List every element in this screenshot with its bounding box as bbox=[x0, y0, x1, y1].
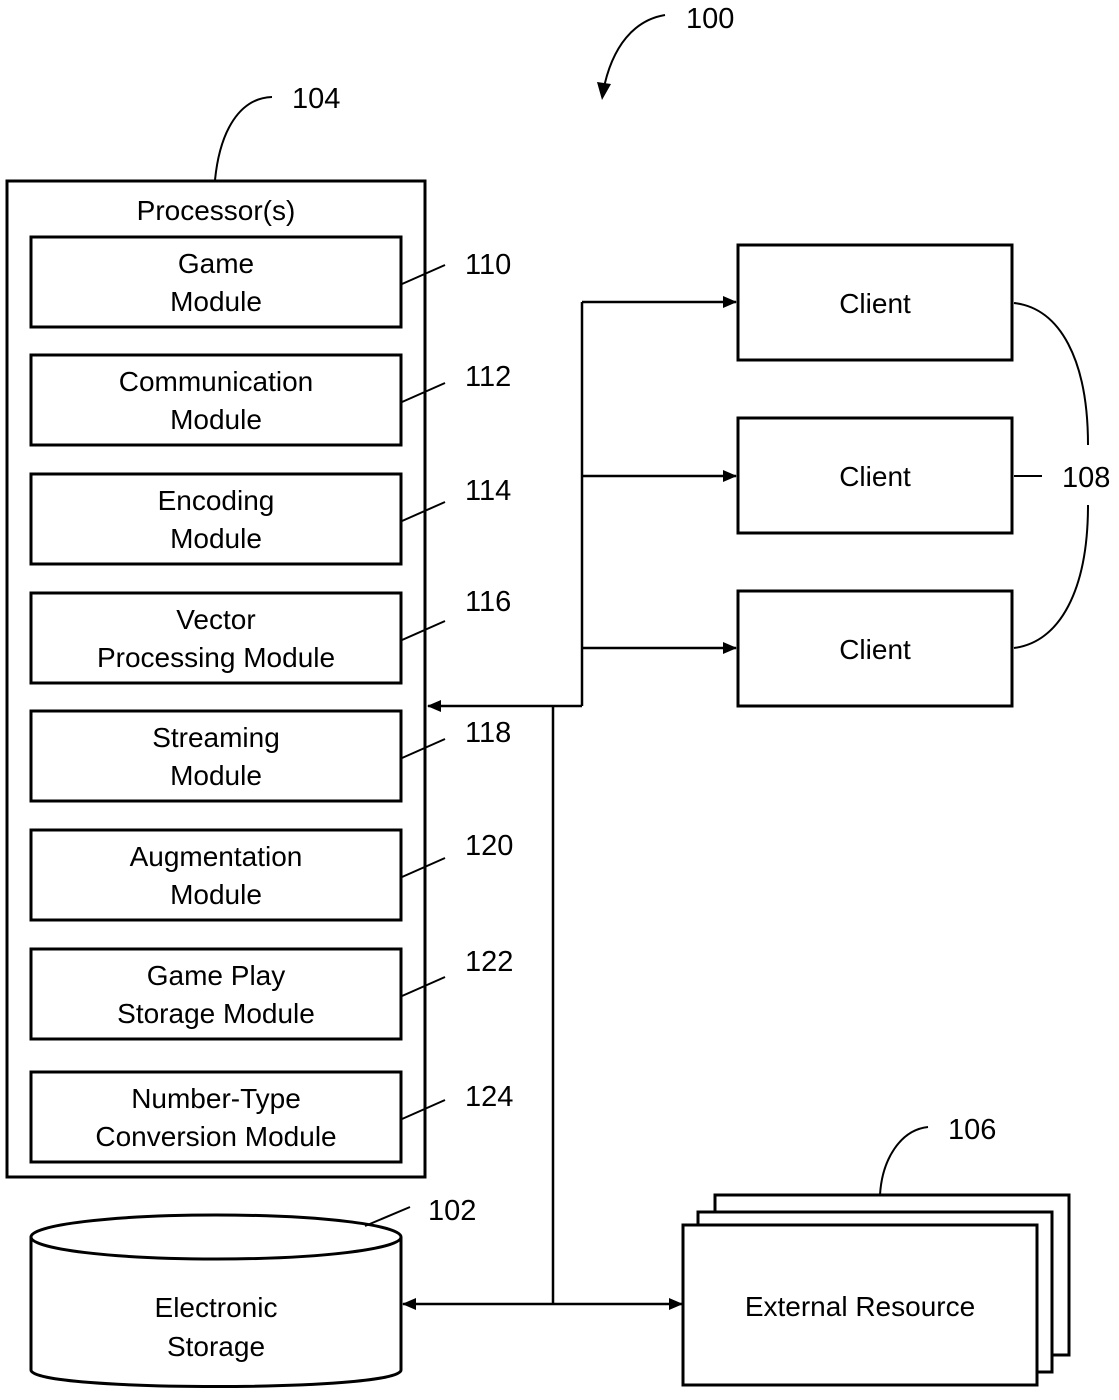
module-item[interactable]: Communication Module 112 bbox=[29, 353, 511, 447]
figure-ref-label: 100 bbox=[686, 3, 734, 35]
client-label-1: Client bbox=[839, 288, 911, 319]
processor-ref-label: 104 bbox=[292, 83, 340, 115]
module-item[interactable]: Number-Type Conversion Module 124 bbox=[29, 1070, 513, 1164]
module-label-line-1: Encoding bbox=[158, 485, 275, 516]
figure-leader-arrow-icon bbox=[597, 82, 611, 100]
figure-ref: 100 bbox=[597, 3, 734, 100]
storage-label-line-2: Storage bbox=[167, 1331, 265, 1362]
client-label-2: Client bbox=[839, 461, 911, 492]
system-diagram: 100 104 Processor(s) Game Module 110 Commun… bbox=[5, 3, 1110, 1388]
clients-brace-bottom bbox=[1013, 504, 1089, 649]
module-item[interactable]: Vector Processing Module 116 bbox=[29, 586, 511, 685]
module-label-line-1: Streaming bbox=[152, 722, 280, 753]
module-label-line-1: Augmentation bbox=[130, 841, 303, 872]
external-resource-label: External Resource bbox=[745, 1291, 975, 1322]
clients-brace-top bbox=[1013, 302, 1089, 446]
module-ref-label: 116 bbox=[465, 586, 511, 618]
module-item[interactable]: Augmentation Module 120 bbox=[29, 828, 513, 922]
module-label-line-1: Vector bbox=[176, 604, 255, 635]
storage-leader-line bbox=[364, 1206, 411, 1227]
processor-leader-line bbox=[214, 96, 273, 181]
external-resource[interactable]: 106 External Resource bbox=[681, 1114, 1071, 1387]
module-label-line-1: Game bbox=[178, 248, 254, 279]
module-label-line-2: Module bbox=[170, 286, 262, 317]
clients-ref-label: 108 bbox=[1062, 462, 1110, 494]
module-ref-label: 124 bbox=[465, 1081, 513, 1113]
module-label-line-1: Game Play bbox=[147, 960, 286, 991]
module-label-line-2: Storage Module bbox=[117, 998, 315, 1029]
client-label-3: Client bbox=[839, 634, 911, 665]
figure-leader-line bbox=[602, 14, 666, 93]
module-ref-label: 110 bbox=[465, 249, 511, 281]
clients-group: Client Client Client 108 bbox=[736, 243, 1110, 708]
module-ref-label: 120 bbox=[465, 830, 513, 862]
module-item[interactable]: Game Module 110 bbox=[29, 235, 511, 329]
module-label-line-2: Module bbox=[170, 523, 262, 554]
module-label-line-2: Module bbox=[170, 404, 262, 435]
module-label-line-1: Communication bbox=[119, 366, 314, 397]
module-label-line-2: Conversion Module bbox=[95, 1121, 336, 1152]
external-leader-line bbox=[879, 1126, 929, 1196]
module-item[interactable]: Encoding Module 114 bbox=[29, 472, 511, 566]
module-ref-label: 122 bbox=[465, 946, 513, 978]
module-item[interactable]: Streaming Module 118 bbox=[29, 709, 511, 803]
storage-ref-label: 102 bbox=[428, 1195, 476, 1227]
module-ref-label: 114 bbox=[465, 475, 511, 507]
processor-title: Processor(s) bbox=[137, 195, 296, 226]
connection-bus bbox=[402, 296, 737, 1310]
storage-label-line-1: Electronic bbox=[155, 1292, 278, 1323]
electronic-storage[interactable]: 102 Electronic Storage bbox=[29, 1195, 476, 1388]
module-ref-label: 118 bbox=[465, 717, 511, 749]
storage-cylinder-top bbox=[29, 1213, 403, 1261]
module-item[interactable]: Game Play Storage Module 122 bbox=[29, 946, 513, 1041]
external-ref-label: 106 bbox=[948, 1114, 996, 1146]
module-label-line-2: Module bbox=[170, 879, 262, 910]
module-label-line-2: Module bbox=[170, 760, 262, 791]
module-label-line-1: Number-Type bbox=[131, 1083, 301, 1114]
module-label-line-2: Processing Module bbox=[97, 642, 335, 673]
module-ref-label: 112 bbox=[465, 361, 511, 393]
